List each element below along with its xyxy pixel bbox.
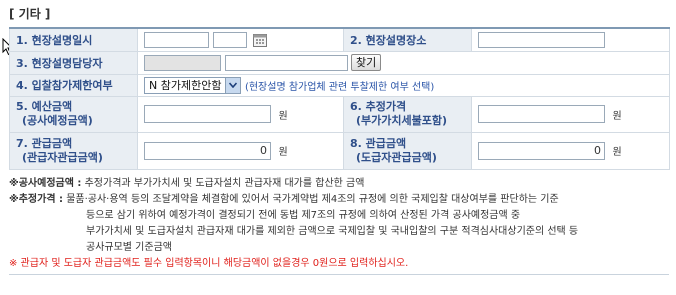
gov-material-amount-input[interactable]	[144, 141, 271, 160]
calendar-icon[interactable]	[253, 33, 267, 47]
note-budget-key: ※공사예정금액 :	[9, 178, 82, 189]
briefing-place-cell	[471, 27, 670, 52]
note-estimate-key: ※추정가격 :	[9, 194, 64, 205]
bid-restriction-label: 4. 입찰참가제한여부	[9, 73, 138, 97]
briefing-date-cell	[137, 27, 344, 52]
budget-label-line1: 5. 예산금액	[16, 100, 73, 113]
manager-name-input[interactable]	[224, 54, 348, 71]
budget-cell: 원	[137, 95, 344, 133]
estimate-label-line1: 6. 추정가격	[350, 100, 407, 113]
gov-material-cell: 원	[137, 131, 344, 170]
note-estimate-line3: 부가가치세 및 도급자설치 관급자재 대가를 제외한 금액으로 국제입찰 및 국…	[86, 226, 579, 237]
notes-section: ※공사예정금액 : 추정가격과 부가가치세 및 도급자설치 관급자재 대가를 합…	[9, 176, 674, 272]
budget-amount-input[interactable]	[144, 105, 271, 123]
note-budget-definition: ※공사예정금액 : 추정가격과 부가가치세 및 도급자설치 관급자재 대가를 합…	[9, 176, 674, 192]
briefing-time-input[interactable]	[212, 31, 247, 48]
contractor-material-amount-input[interactable]	[478, 141, 605, 160]
briefing-place-label: 2. 현장설명장소	[343, 27, 472, 52]
section-divider	[9, 274, 669, 275]
contractor-material-unit: 원	[612, 147, 622, 158]
gov-material-label: 7. 관급금액 (관급자관급금액)	[9, 131, 138, 170]
bid-restriction-hint: (현장설명 참가업체 관련 투찰제한 여부 선택)	[244, 81, 435, 93]
budget-unit: 원	[278, 110, 288, 122]
estimate-unit: 원	[612, 110, 622, 122]
bid-restriction-selected-value: N 참가제한안함	[149, 79, 222, 92]
manager-code-input[interactable]	[144, 54, 221, 71]
briefing-manager-cell: 찾기	[137, 50, 670, 75]
note-estimate-line1: 물품·공사·용역 등의 조달계약을 체결함에 있어서 국가계약법 제4조의 규정…	[66, 194, 559, 205]
note-estimate-line2: 등으로 삼기 위하여 예정가격이 결정되기 전에 동법 제7조의 규정에 의하여…	[86, 210, 521, 221]
etc-info-form: 1. 현장설명일시 2. 현장설명장소 3. 현장설명담당자 찾기 4. 입찰참…	[9, 27, 670, 170]
budget-label: 5. 예산금액 (공사예정금액)	[9, 95, 138, 133]
briefing-place-input[interactable]	[478, 31, 605, 48]
chevron-down-icon[interactable]	[225, 77, 241, 93]
note-estimate-line4: 공사규모별 기준금액	[86, 242, 172, 253]
estimate-label: 6. 추정가격 (부가가치세불포함)	[343, 95, 472, 133]
briefing-manager-label: 3. 현장설명담당자	[9, 50, 138, 75]
estimate-amount-input[interactable]	[478, 105, 605, 123]
bid-restriction-select[interactable]: N 참가제한안함	[144, 76, 242, 94]
gov-material-unit: 원	[278, 147, 288, 158]
gov-material-label-line2: (관급자관급금액)	[22, 150, 103, 164]
contractor-material-cell: 원	[471, 131, 670, 170]
gov-material-label-line1: 7. 관급금액	[16, 136, 73, 150]
contractor-material-label-line2: (도급자관급금액)	[356, 150, 437, 164]
contractor-material-label: 8. 관급금액 (도급자관급금액)	[343, 131, 472, 170]
budget-label-line2: (공사예정금액)	[22, 114, 93, 127]
estimate-cell: 원	[471, 95, 670, 133]
estimate-label-line2: (부가가치세불포함)	[356, 114, 448, 127]
note-estimate-definition: ※추정가격 : 물품·공사·용역 등의 조달계약을 체결함에 있어서 국가계약법…	[9, 192, 674, 208]
briefing-date-label: 1. 현장설명일시	[9, 27, 138, 52]
required-amount-warning: ※ 관급자 및 도급자 관급금액도 필수 입력항목이니 해당금액이 없을경우 0…	[9, 258, 409, 269]
section-title: [ 기타 ]	[9, 7, 51, 21]
briefing-date-input[interactable]	[144, 31, 209, 48]
search-manager-button[interactable]: 찾기	[351, 54, 382, 71]
bid-restriction-cell: N 참가제한안함 (현장설명 참가업체 관련 투찰제한 여부 선택)	[137, 73, 670, 97]
contractor-material-label-line1: 8. 관급금액	[350, 136, 407, 150]
note-budget-text: 추정가격과 부가가치세 및 도급자설치 관급자재 대가를 합산한 금액	[84, 178, 365, 189]
